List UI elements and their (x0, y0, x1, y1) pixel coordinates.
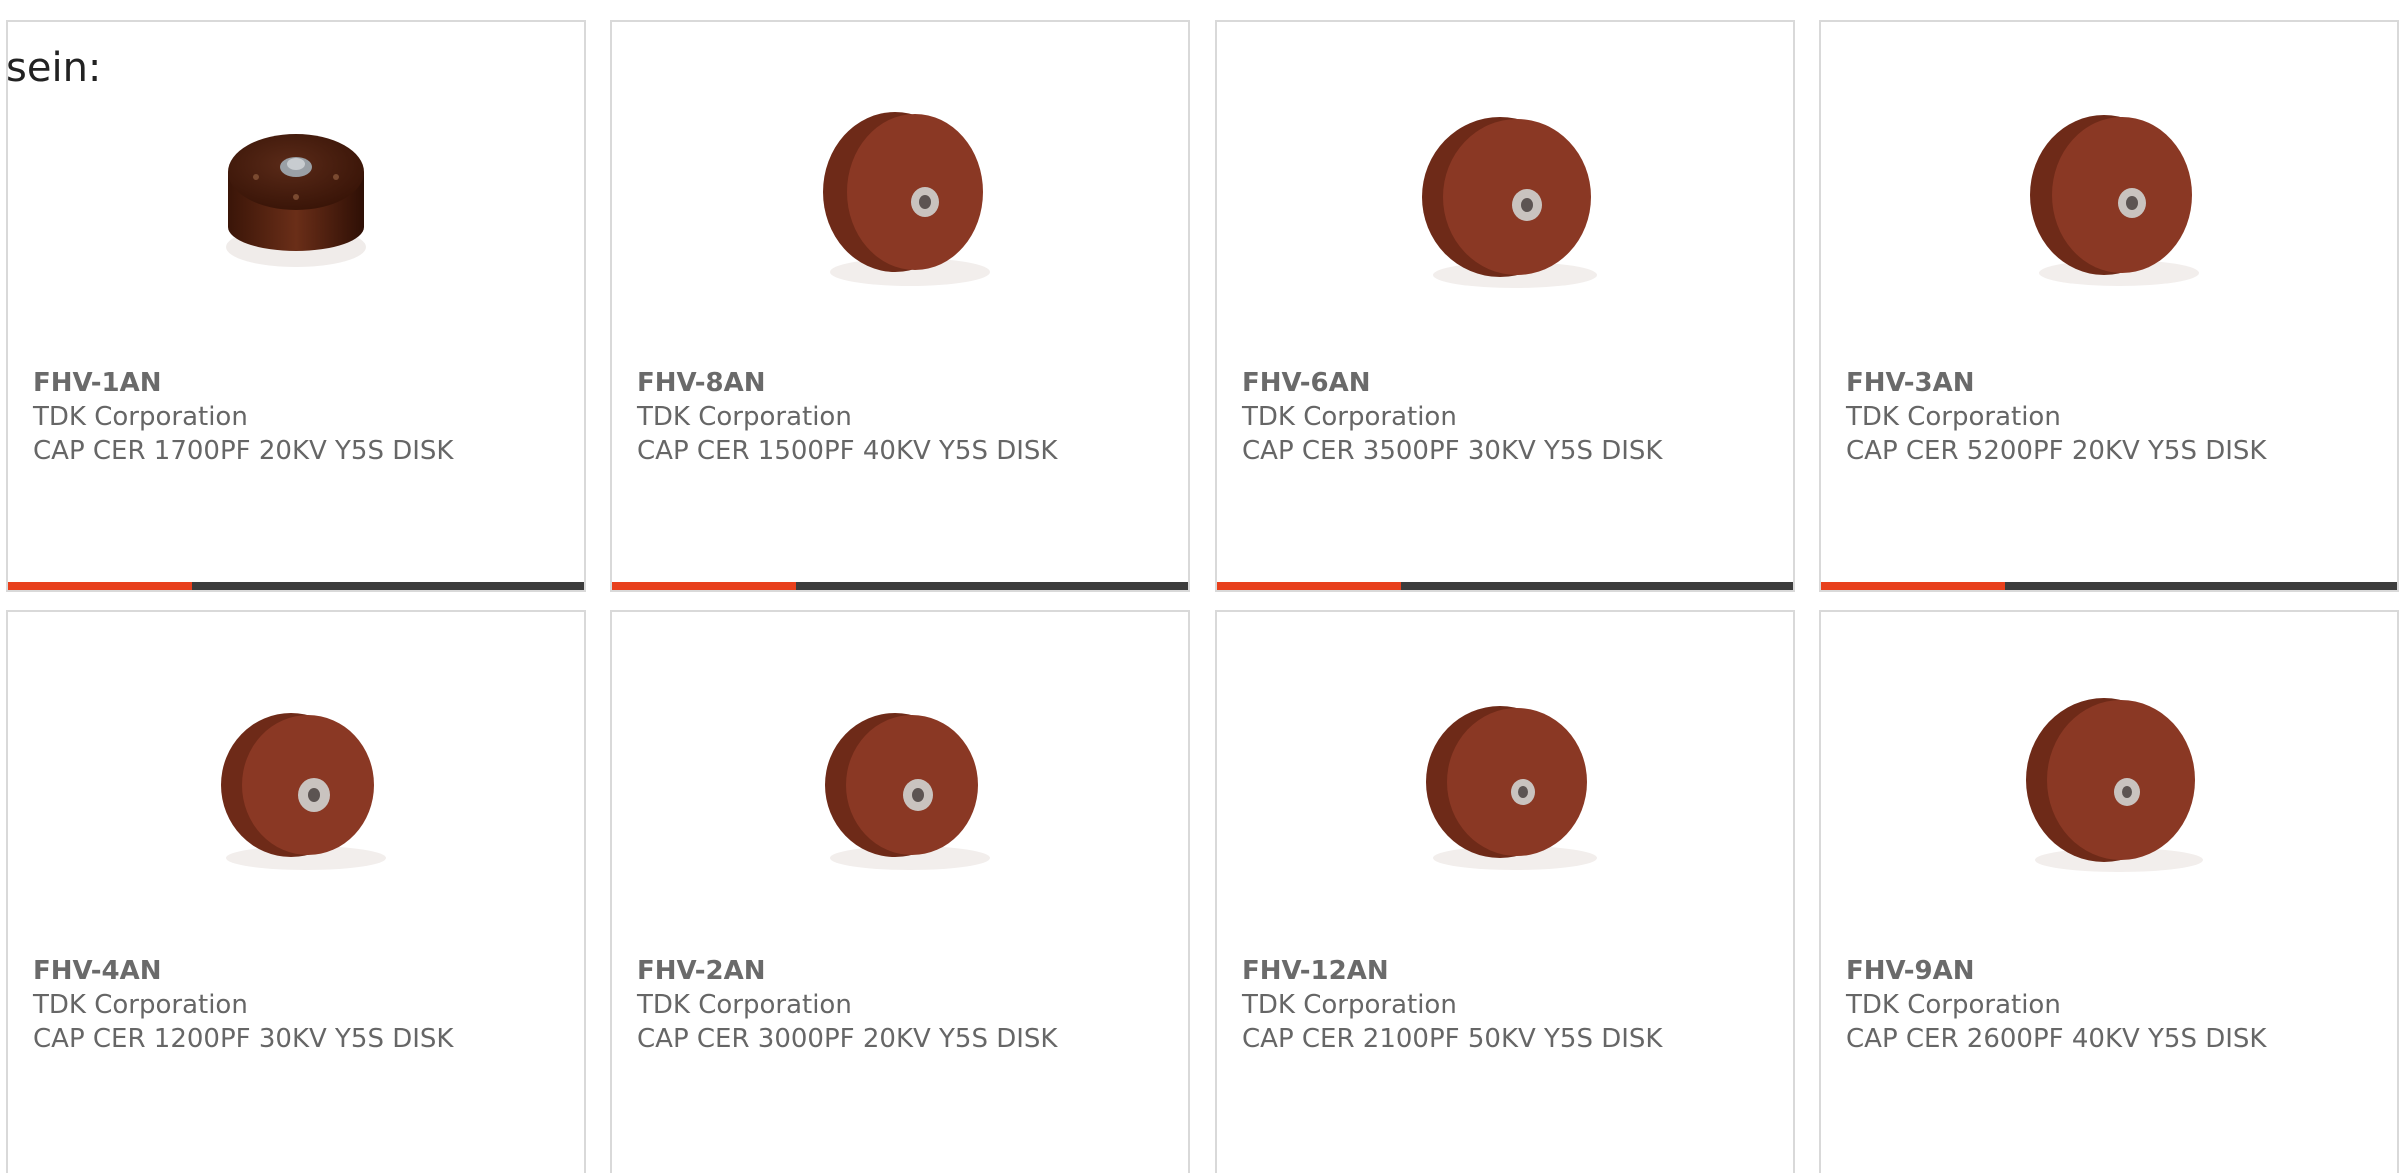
product-card-fhv-3an[interactable]: FHV-3AN TDK Corporation CAP CER 5200PF 2… (1819, 20, 2399, 592)
part-number[interactable]: FHV-2AN (637, 954, 1057, 988)
manufacturer: TDK Corporation (637, 402, 852, 432)
part-number[interactable]: FHV-4AN (33, 954, 453, 988)
product-card-fhv-9an[interactable]: FHV-9AN TDK Corporation CAP CER 2600PF 4… (1819, 610, 2399, 1173)
progress-fill (612, 582, 797, 590)
manufacturer: TDK Corporation (1846, 990, 2061, 1020)
product-card-fhv-1an[interactable]: FHV-1AN TDK Corporation CAP CER 1700PF 2… (6, 20, 586, 592)
description: CAP CER 2100PF 50KV Y5S DISK (1242, 1024, 1663, 1054)
progress-fill (1217, 582, 1402, 590)
progress-bar (1821, 582, 2397, 590)
manufacturer: TDK Corporation (1242, 402, 1457, 432)
progress-bar (612, 582, 1188, 590)
capacitor-disk-icon (825, 713, 990, 870)
description: CAP CER 2600PF 40KV Y5S DISK (1846, 1024, 2267, 1054)
page: sein: FHV-1AN TDK Corporation CAP CER 17… (0, 0, 2400, 1173)
part-number[interactable]: FHV-8AN (637, 366, 1057, 400)
description: CAP CER 3500PF 30KV Y5S DISK (1242, 436, 1663, 466)
capacitor-disk-icon (1422, 117, 1597, 288)
part-number[interactable]: FHV-6AN (1242, 366, 1662, 400)
product-card-fhv-2an[interactable]: FHV-2AN TDK Corporation CAP CER 3000PF 2… (610, 610, 1190, 1173)
product-info: FHV-1AN TDK Corporation CAP CER 1700PF 2… (33, 366, 453, 468)
capacitor-disk-icon (221, 713, 386, 870)
capacitor-disk-icon (823, 112, 990, 286)
part-number[interactable]: FHV-9AN (1846, 954, 2266, 988)
manufacturer: TDK Corporation (1242, 990, 1457, 1020)
manufacturer: TDK Corporation (33, 990, 248, 1020)
product-info: FHV-8AN TDK Corporation CAP CER 1500PF 4… (637, 366, 1057, 468)
part-number[interactable]: FHV-12AN (1242, 954, 1662, 988)
product-info: FHV-4AN TDK Corporation CAP CER 1200PF 3… (33, 954, 453, 1056)
lead-text: sein: (6, 45, 102, 91)
product-info: FHV-3AN TDK Corporation CAP CER 5200PF 2… (1846, 366, 2266, 468)
part-number[interactable]: FHV-1AN (33, 366, 453, 400)
product-info: FHV-12AN TDK Corporation CAP CER 2100PF … (1242, 954, 1662, 1056)
product-card-fhv-8an[interactable]: FHV-8AN TDK Corporation CAP CER 1500PF 4… (610, 20, 1190, 592)
description: CAP CER 1500PF 40KV Y5S DISK (637, 436, 1058, 466)
description: CAP CER 3000PF 20KV Y5S DISK (637, 1024, 1058, 1054)
progress-fill (8, 582, 193, 590)
manufacturer: TDK Corporation (33, 402, 248, 432)
description: CAP CER 5200PF 20KV Y5S DISK (1846, 436, 2267, 466)
progress-bar (1217, 582, 1793, 590)
product-card-fhv-6an[interactable]: FHV-6AN TDK Corporation CAP CER 3500PF 3… (1215, 20, 1795, 592)
product-card-fhv-12an[interactable]: FHV-12AN TDK Corporation CAP CER 2100PF … (1215, 610, 1795, 1173)
manufacturer: TDK Corporation (637, 990, 852, 1020)
description: CAP CER 1700PF 20KV Y5S DISK (33, 436, 454, 466)
capacitor-disk-icon (2026, 698, 2203, 872)
progress-fill (1821, 582, 2006, 590)
capacitor-disk-icon (2030, 115, 2199, 286)
capacitor-disk-icon (1426, 706, 1597, 870)
progress-bar (8, 582, 584, 590)
product-info: FHV-9AN TDK Corporation CAP CER 2600PF 4… (1846, 954, 2266, 1056)
product-info: FHV-2AN TDK Corporation CAP CER 3000PF 2… (637, 954, 1057, 1056)
description: CAP CER 1200PF 30KV Y5S DISK (33, 1024, 454, 1054)
capacitor-dark-top-icon (226, 134, 366, 267)
part-number[interactable]: FHV-3AN (1846, 366, 2266, 400)
product-card-fhv-4an[interactable]: FHV-4AN TDK Corporation CAP CER 1200PF 3… (6, 610, 586, 1173)
manufacturer: TDK Corporation (1846, 402, 2061, 432)
product-info: FHV-6AN TDK Corporation CAP CER 3500PF 3… (1242, 366, 1662, 468)
